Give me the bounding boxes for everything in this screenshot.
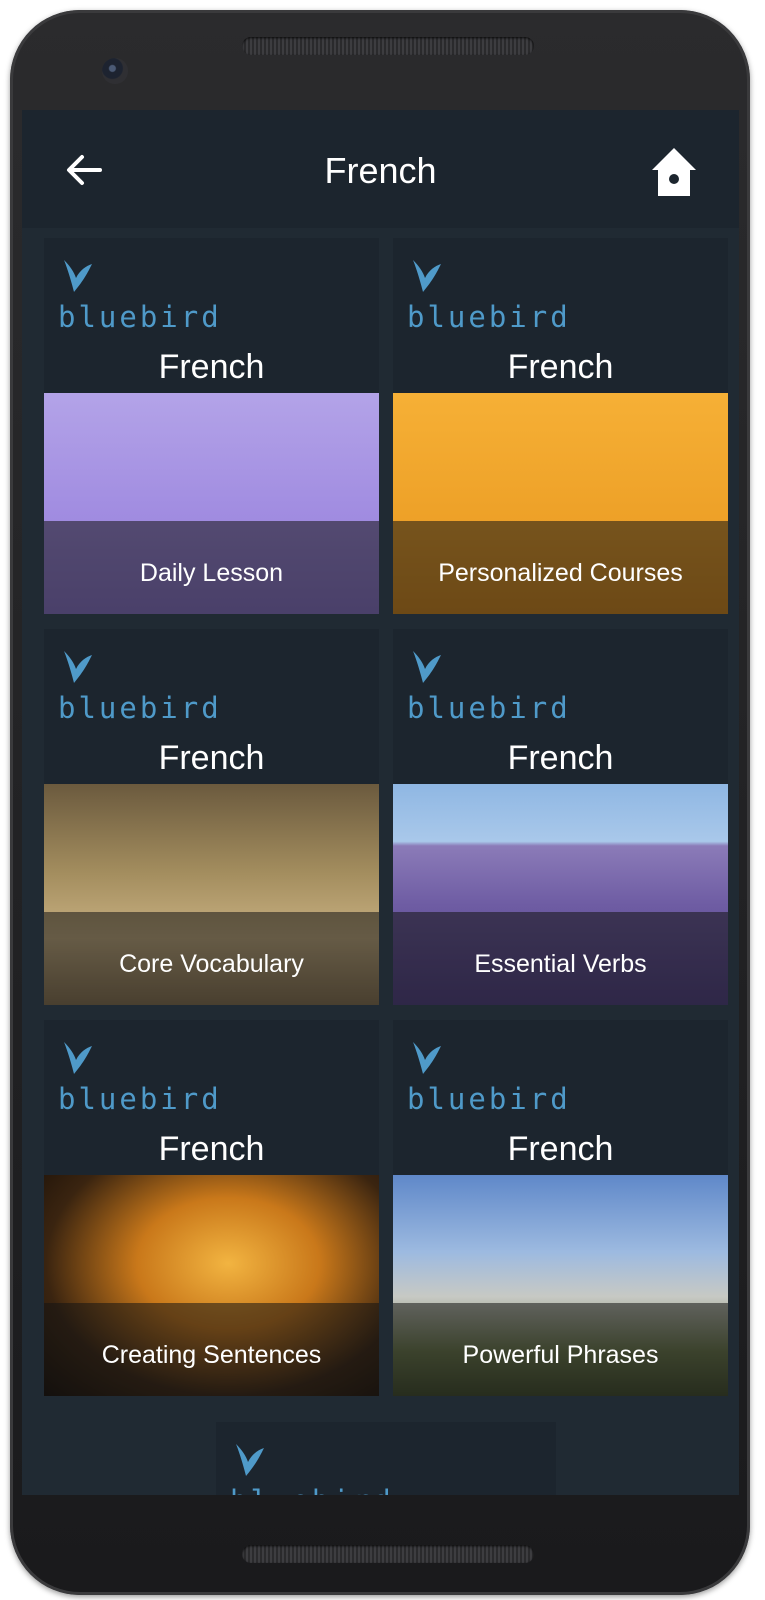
course-card-powerful-phrases[interactable]: bluebird French Powerful Phrases [393,1020,728,1396]
course-card-personalized-courses[interactable]: bluebird French Personalized Courses [393,238,728,614]
bluebird-logo: bluebird [58,1038,219,1118]
brand-name: bluebird [407,1082,571,1116]
card-label: Powerful Phrases [462,1341,659,1369]
phone-frame: French bluebird French Daily Lesson blue… [10,10,750,1595]
card-label: Essential Verbs [474,950,647,978]
app-bar: French [22,110,739,228]
card-label: Creating Sentences [101,1341,322,1369]
bluebird-bird-icon [64,651,92,683]
brand-name: bluebird [407,691,571,725]
course-card-core-vocabulary[interactable]: bluebird French Core Vocabulary [44,629,379,1005]
brand-name: bluebird [407,300,571,334]
brand-name: bluebird [230,1484,394,1495]
card-language: French [507,739,614,777]
app-screen: French bluebird French Daily Lesson blue… [22,110,739,1495]
card-caption-overlay: Creating Sentences [44,1303,379,1396]
brand-name: bluebird [58,300,222,334]
bluebird-logo: bluebird [407,1038,568,1118]
bluebird-bird-icon [236,1444,264,1476]
course-card-creating-sentences[interactable]: bluebird French Creating Sentences [44,1020,379,1396]
card-label: Personalized Courses [438,559,683,587]
card-image: Essential Verbs [393,784,728,1005]
card-image: Powerful Phrases [393,1175,728,1396]
card-image: Creating Sentences [44,1175,379,1396]
card-caption-overlay: Personalized Courses [393,521,728,614]
card-label: Daily Lesson [139,559,284,587]
bluebird-bird-icon [413,651,441,683]
front-camera [102,58,128,84]
bluebird-logo: bluebird [58,256,219,336]
bluebird-bird-icon [64,260,92,292]
bluebird-logo: bluebird [407,647,568,727]
top-speaker [242,37,534,55]
bluebird-logo: bluebird [230,1440,391,1495]
page-title: French [324,150,437,191]
card-image: Daily Lesson [44,393,379,614]
birdhouse-home-icon [652,148,696,196]
bluebird-logo: bluebird [407,256,568,336]
bluebird-bird-icon [64,1042,92,1074]
course-card-partial[interactable]: bluebird [216,1422,556,1495]
card-caption-overlay: Daily Lesson [44,521,379,614]
card-image: Core Vocabulary [44,784,379,1005]
course-card-essential-verbs[interactable]: bluebird French Essential Verbs [393,629,728,1005]
card-caption-overlay: Essential Verbs [393,912,728,1005]
bluebird-logo: bluebird [58,647,219,727]
card-label: Core Vocabulary [119,950,304,978]
card-language: French [507,348,614,386]
card-caption-overlay: Core Vocabulary [44,912,379,1005]
course-card-daily-lesson[interactable]: bluebird French Daily Lesson [44,238,379,614]
card-language: French [507,1130,614,1168]
brand-name: bluebird [58,1082,222,1116]
card-language: French [158,1130,265,1168]
card-language: French [158,348,265,386]
card-caption-overlay: Powerful Phrases [393,1303,728,1396]
brand-name: bluebird [58,691,222,725]
bottom-speaker [242,1545,534,1563]
bluebird-bird-icon [413,1042,441,1074]
bluebird-bird-icon [413,260,441,292]
card-language: French [158,739,265,777]
home-button[interactable] [650,146,698,198]
card-image: Personalized Courses [393,393,728,614]
